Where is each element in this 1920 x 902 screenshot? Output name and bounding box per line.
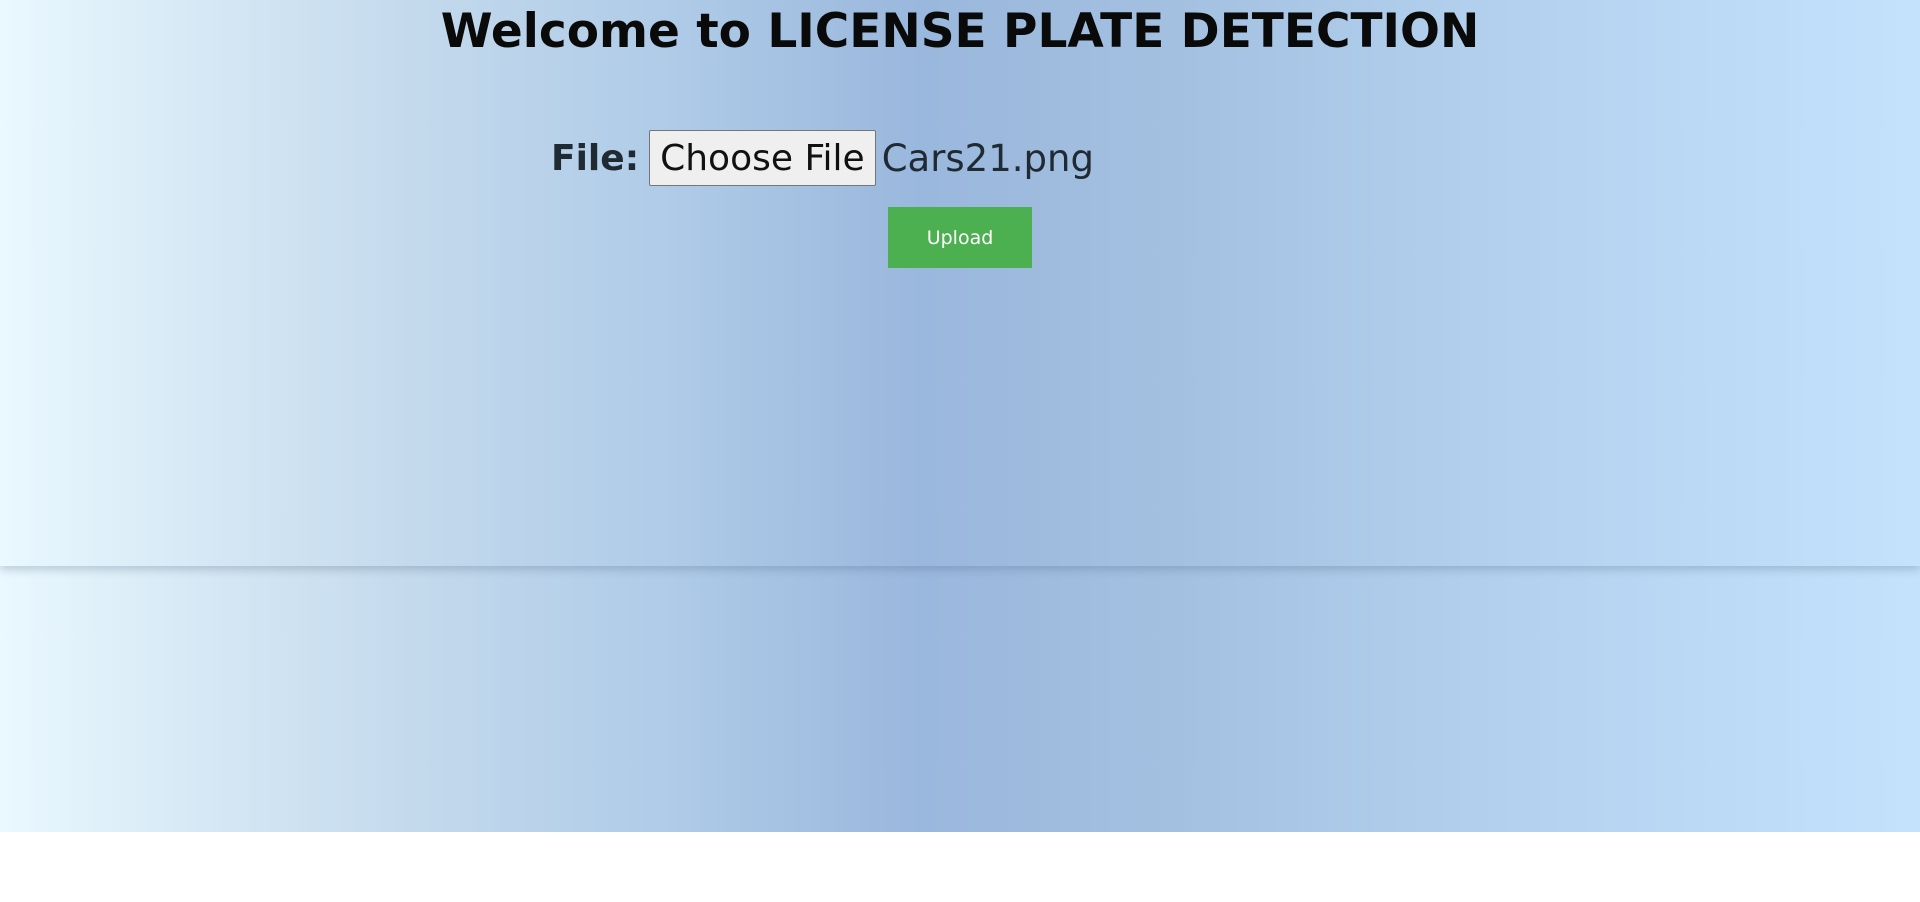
page-title: Welcome to LICENSE PLATE DETECTION <box>440 4 1480 59</box>
page-background: Welcome to LICENSE PLATE DETECTION File:… <box>0 0 1920 832</box>
file-input-row: File: Choose File Cars21.png <box>551 130 1094 186</box>
upload-button[interactable]: Upload <box>888 207 1032 268</box>
upload-panel: Welcome to LICENSE PLATE DETECTION File:… <box>0 0 1920 566</box>
file-label: File: <box>551 137 640 179</box>
choose-file-button[interactable]: Choose File <box>649 130 876 186</box>
selected-file-name: Cars21.png <box>881 136 1094 180</box>
